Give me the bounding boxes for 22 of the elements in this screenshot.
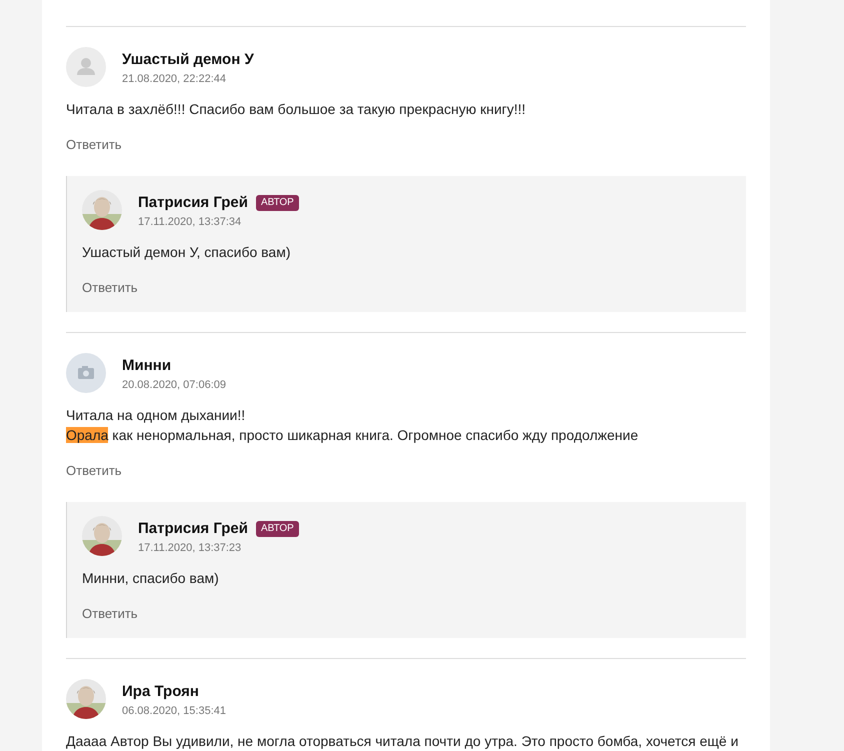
author-name: Ушастый демон У bbox=[122, 50, 254, 70]
reply-link[interactable]: Ответить bbox=[82, 604, 138, 623]
reply-link[interactable]: Ответить bbox=[66, 460, 122, 480]
author-name: Ира Троян bbox=[122, 682, 199, 702]
comment-date: 17.11.2020, 13:37:23 bbox=[138, 541, 242, 556]
author-badge: АВТОР bbox=[256, 521, 299, 537]
reply-link[interactable]: Ответить bbox=[82, 278, 138, 297]
comment-text: Даааа Автор Вы удивили, не могла оторваться читала почти до утра. Это просто бомба, хочется ещё и bbox=[66, 732, 740, 750]
comment-text: Ушастый демон У, спасибо вам) bbox=[82, 242, 292, 262]
author-name: Патрисия Грей bbox=[138, 193, 248, 213]
reply-link[interactable]: Ответить bbox=[66, 134, 122, 154]
author-name: Минни bbox=[122, 356, 172, 376]
camera-avatar-icon bbox=[66, 353, 106, 393]
user-avatar-icon bbox=[66, 47, 106, 87]
comment-text: Читала в захлёб!!! Спасибо вам большое за такую прекрасную книгу!!! bbox=[66, 100, 527, 118]
author-badge: АВТОР bbox=[256, 195, 299, 211]
comment-date: 20.08.2020, 07:06:09 bbox=[122, 378, 226, 393]
comment-date: 17.11.2020, 13:37:34 bbox=[138, 215, 242, 230]
comment-text: Минни, спасибо вам) bbox=[82, 568, 220, 588]
comment-date: 21.08.2020, 22:22:44 bbox=[122, 72, 227, 87]
comment-date: 06.08.2020, 15:35:41 bbox=[122, 704, 226, 719]
author-name: Патрисия Грей bbox=[138, 519, 248, 539]
